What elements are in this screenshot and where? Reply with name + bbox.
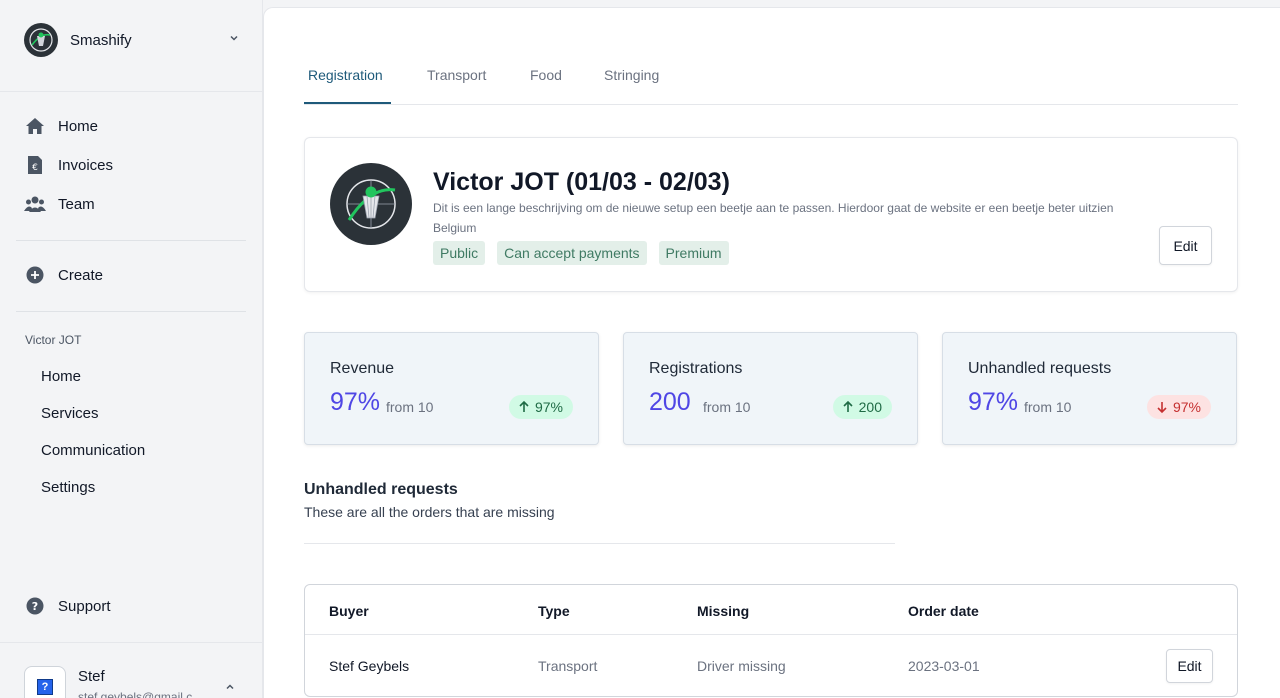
event-logo — [330, 163, 412, 245]
org-switcher[interactable]: Smashify — [24, 22, 240, 58]
edit-row-button[interactable]: Edit — [1166, 649, 1213, 683]
svg-text:€: € — [32, 163, 38, 173]
cell-order-date: 2023-03-01 — [908, 658, 980, 674]
stat-from: from 10 — [703, 399, 751, 415]
arrow-up-icon — [843, 400, 853, 412]
column-header-buyer: Buyer — [329, 603, 369, 619]
create-label: Create — [58, 266, 104, 284]
support-label: Support — [58, 597, 111, 615]
stat-change: 200 — [858, 399, 882, 415]
event-description: Dit is een lange beschrijving om de nieu… — [433, 201, 1114, 215]
stat-from: from 10 — [1024, 399, 1072, 415]
stat-change: 97% — [534, 399, 563, 415]
nav-invoices[interactable]: € Invoices — [24, 150, 244, 180]
tab-food[interactable]: Food — [530, 67, 562, 83]
divider — [305, 634, 1237, 635]
nav-team-label: Team — [58, 195, 95, 213]
user-name: Stef — [78, 668, 105, 685]
stat-change-badge: 97% — [1146, 395, 1211, 419]
stat-card-revenue: Revenue 97% from 10 97% — [304, 332, 599, 445]
divider — [0, 91, 263, 92]
divider — [304, 543, 895, 544]
user-email: stef.geybels@gmail.c — [78, 690, 193, 698]
event-nav-home[interactable]: Home — [41, 368, 81, 385]
arrow-down-icon — [1157, 402, 1167, 414]
nav-invoices-label: Invoices — [58, 156, 114, 174]
svg-text:?: ? — [32, 600, 38, 613]
user-menu[interactable]: ? Stef stef.geybels@gmail.c — [24, 666, 244, 698]
stat-change: 97% — [1172, 399, 1201, 415]
tab-registration[interactable]: Registration — [308, 67, 383, 83]
tag-public: Public — [433, 241, 486, 265]
main-panel: Registration Transport Food Stringing Vi… — [263, 7, 1280, 698]
tab-stringing[interactable]: Stringing — [604, 67, 659, 83]
tab-transport[interactable]: Transport — [427, 67, 486, 83]
event-section-label: Victor JOT — [25, 333, 82, 347]
tab-bar: Registration Transport Food Stringing — [304, 59, 1238, 105]
stat-change-badge: 200 — [832, 395, 892, 419]
event-nav-settings[interactable]: Settings — [41, 479, 95, 496]
home-icon — [24, 115, 46, 137]
tag-can-accept-payments: Can accept payments — [497, 241, 647, 265]
divider — [0, 642, 263, 643]
chevron-down-icon — [228, 31, 240, 49]
chevron-up-icon — [224, 680, 236, 698]
tag-premium: Premium — [658, 241, 729, 265]
edit-event-button[interactable]: Edit — [1159, 226, 1212, 265]
team-icon — [24, 193, 46, 215]
cell-type: Transport — [538, 658, 598, 674]
event-nav-communication[interactable]: Communication — [41, 442, 145, 459]
cell-missing: Driver missing — [697, 658, 786, 674]
org-name: Smashify — [70, 31, 132, 49]
stat-card-registrations: Registrations 200 from 10 200 — [623, 332, 918, 445]
requests-table: Buyer Type Missing Order date Stef Geybe… — [304, 584, 1238, 697]
stat-label: Registrations — [649, 360, 743, 377]
divider — [16, 240, 246, 241]
event-title: Victor JOT (01/03 - 02/03) — [433, 168, 730, 196]
question-icon: ? — [37, 679, 53, 695]
requests-subtitle: These are all the orders that are missin… — [304, 504, 555, 520]
stat-value: 200 — [649, 388, 691, 416]
stat-from: from 10 — [386, 399, 434, 415]
stat-change-badge: 97% — [508, 395, 573, 419]
create-button[interactable]: Create — [24, 260, 244, 290]
nav-home-label: Home — [58, 117, 99, 135]
arrow-up-icon — [519, 400, 529, 412]
event-tags: Public Can accept payments Premium — [433, 241, 729, 265]
event-card: Victor JOT (01/03 - 02/03) Dit is een la… — [304, 137, 1238, 292]
stat-value: 97% — [968, 388, 1019, 416]
plus-circle-icon — [24, 264, 46, 286]
stat-label: Revenue — [330, 360, 395, 377]
requests-title: Unhandled requests — [304, 481, 458, 498]
invoice-icon: € — [24, 154, 46, 176]
column-header-type: Type — [538, 603, 570, 619]
event-country: Belgium — [433, 221, 477, 235]
sidebar: Smashify Home € Invoices Team Create Vic… — [0, 0, 263, 698]
stat-value: 97% — [330, 388, 381, 416]
column-header-missing: Missing — [697, 603, 750, 619]
divider — [16, 311, 246, 312]
avatar: ? — [24, 666, 66, 698]
stat-card-unhandled-requests: Unhandled requests 97% from 10 97% — [942, 332, 1237, 445]
help-circle-icon: ? — [24, 595, 46, 617]
org-logo — [24, 23, 58, 57]
nav-team[interactable]: Team — [24, 189, 244, 219]
support-link[interactable]: ? Support — [24, 591, 244, 621]
stat-label: Unhandled requests — [968, 360, 1112, 377]
nav-home[interactable]: Home — [24, 111, 244, 141]
event-nav-services[interactable]: Services — [41, 405, 99, 422]
column-header-order-date: Order date — [908, 603, 979, 619]
cell-buyer: Stef Geybels — [329, 658, 410, 674]
active-tab-indicator — [304, 102, 391, 104]
